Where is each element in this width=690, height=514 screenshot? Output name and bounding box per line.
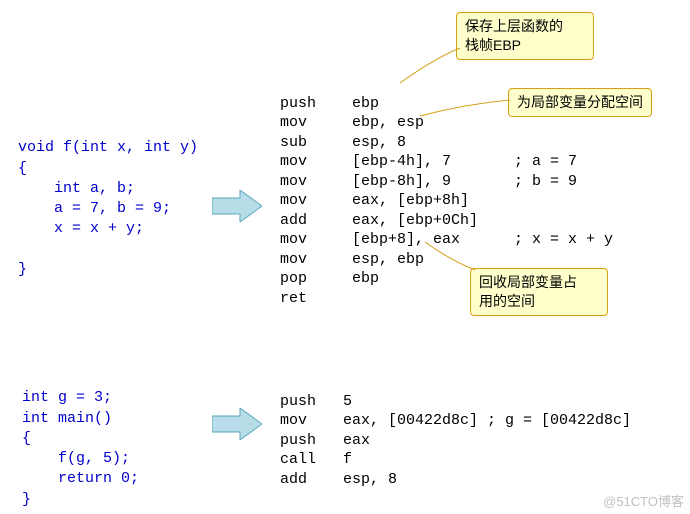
asm-line: call f — [280, 451, 352, 468]
asm-line: add esp, 8 — [280, 471, 397, 488]
watermark: @51CTO博客 — [603, 491, 684, 510]
asm-line: mov [ebp+8], eax ; x = x + y — [280, 231, 613, 248]
asm-line: mov eax, [ebp+8h] — [280, 192, 469, 209]
code-line: int main() — [22, 410, 112, 427]
asm-line: mov esp, ebp — [280, 251, 424, 268]
source-code-main: int g = 3; int main() { f(g, 5); return … — [22, 368, 139, 510]
asm-line: add eax, [ebp+0Ch] — [280, 212, 478, 229]
code-line: f(g, 5); — [22, 450, 130, 467]
asm-line: push ebp — [280, 95, 379, 112]
assembly-code-main: push 5 mov eax, [00422d8c] ; g = [00422d… — [280, 372, 631, 489]
arrow-icon — [212, 408, 262, 440]
asm-line: mov [ebp-4h], 7 ; a = 7 — [280, 153, 577, 170]
code-line: a = 7, b = 9; — [18, 200, 171, 217]
callout-save-ebp: 保存上层函数的 栈帧EBP — [456, 12, 594, 60]
callout-text: 栈帧EBP — [465, 37, 521, 53]
code-line: void f(int x, int y) — [18, 139, 198, 156]
asm-line: mov [ebp-8h], 9 ; b = 9 — [280, 173, 577, 190]
asm-line: mov ebp, esp — [280, 114, 424, 131]
source-code-f: void f(int x, int y) { int a, b; a = 7, … — [18, 118, 198, 280]
callout-text: 保存上层函数的 — [465, 18, 563, 34]
code-line: int g = 3; — [22, 389, 112, 406]
code-line: return 0; — [22, 470, 139, 487]
code-line: { — [18, 160, 27, 177]
asm-line: ret — [280, 290, 307, 307]
arrow-icon — [212, 190, 262, 222]
asm-line: push eax — [280, 432, 370, 449]
assembly-code-f: push ebp mov ebp, esp sub esp, 8 mov [eb… — [280, 74, 613, 308]
asm-line: push 5 — [280, 393, 352, 410]
code-line: int a, b; — [18, 180, 135, 197]
asm-line: pop ebp — [280, 270, 379, 287]
code-line: x = x + y; — [18, 220, 144, 237]
code-line: { — [22, 430, 31, 447]
code-line: } — [18, 261, 27, 278]
asm-line: mov eax, [00422d8c] ; g = [00422d8c] — [280, 412, 631, 429]
asm-line: sub esp, 8 — [280, 134, 406, 151]
code-line: } — [22, 491, 31, 508]
